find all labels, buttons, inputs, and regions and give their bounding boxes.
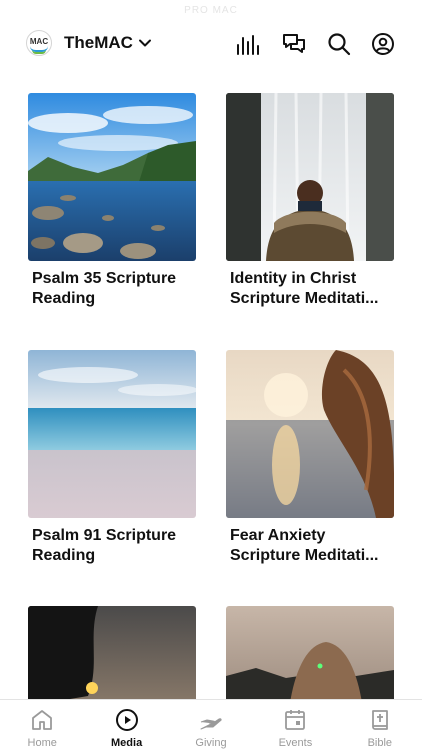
media-thumbnail[interactable] bbox=[226, 93, 394, 261]
tab-giving[interactable]: Giving bbox=[169, 700, 253, 750]
media-thumbnail[interactable] bbox=[28, 350, 196, 518]
home-icon bbox=[32, 710, 53, 730]
media-grid: Psalm 35 Scripture Reading Identity in C… bbox=[0, 93, 422, 699]
media-thumbnail[interactable] bbox=[226, 606, 394, 699]
status-bar-text: PRO MAC bbox=[184, 5, 238, 16]
media-card[interactable]: Fear Anxiety Scripture Meditati... bbox=[226, 350, 394, 565]
tab-events[interactable]: Events bbox=[253, 700, 337, 750]
media-card[interactable]: Psalm 35 Scripture Reading bbox=[28, 93, 196, 308]
tab-label: Bible bbox=[367, 737, 393, 749]
media-thumbnail[interactable] bbox=[28, 606, 196, 699]
media-title[interactable]: Fear Anxiety Scripture Meditati... bbox=[226, 526, 394, 565]
media-card[interactable] bbox=[226, 606, 394, 699]
media-thumbnail[interactable] bbox=[226, 350, 394, 518]
media-card[interactable]: Psalm 91 Scripture Reading bbox=[28, 350, 196, 565]
media-title[interactable]: Identity in Christ Scripture Meditati... bbox=[226, 269, 394, 308]
org-switcher-label[interactable]: TheMAC bbox=[64, 33, 133, 53]
giving-hand-icon bbox=[200, 718, 222, 730]
logo-text: MAC bbox=[29, 37, 49, 46]
bottom-tab-bar: Home Media Giving Events Bible bbox=[0, 699, 422, 750]
tab-label: Giving bbox=[195, 737, 227, 749]
search-icon[interactable] bbox=[327, 32, 351, 56]
play-circle-icon bbox=[115, 709, 138, 731]
app-header: MAC TheMAC bbox=[0, 24, 422, 64]
tab-media[interactable]: Media bbox=[84, 700, 168, 750]
bible-icon bbox=[371, 710, 388, 730]
audio-bars-icon[interactable] bbox=[236, 32, 260, 56]
media-thumbnail[interactable] bbox=[28, 93, 196, 261]
profile-icon[interactable] bbox=[371, 32, 395, 56]
chat-bubbles-icon[interactable] bbox=[282, 32, 306, 56]
tab-label: Events bbox=[278, 737, 313, 749]
media-card[interactable] bbox=[28, 606, 196, 699]
org-logo[interactable]: MAC bbox=[26, 30, 52, 56]
media-title[interactable]: Psalm 35 Scripture Reading bbox=[28, 269, 196, 308]
media-card[interactable]: Identity in Christ Scripture Meditati... bbox=[226, 93, 394, 308]
calendar-icon bbox=[285, 710, 306, 730]
tab-home[interactable]: Home bbox=[0, 700, 84, 750]
tab-bible[interactable]: Bible bbox=[338, 700, 422, 750]
tab-label: Media bbox=[111, 737, 143, 749]
logo-arc-green bbox=[32, 50, 46, 54]
media-title[interactable]: Psalm 91 Scripture Reading bbox=[28, 526, 196, 565]
tab-label: Home bbox=[27, 737, 57, 749]
chevron-down-icon[interactable] bbox=[138, 36, 152, 50]
